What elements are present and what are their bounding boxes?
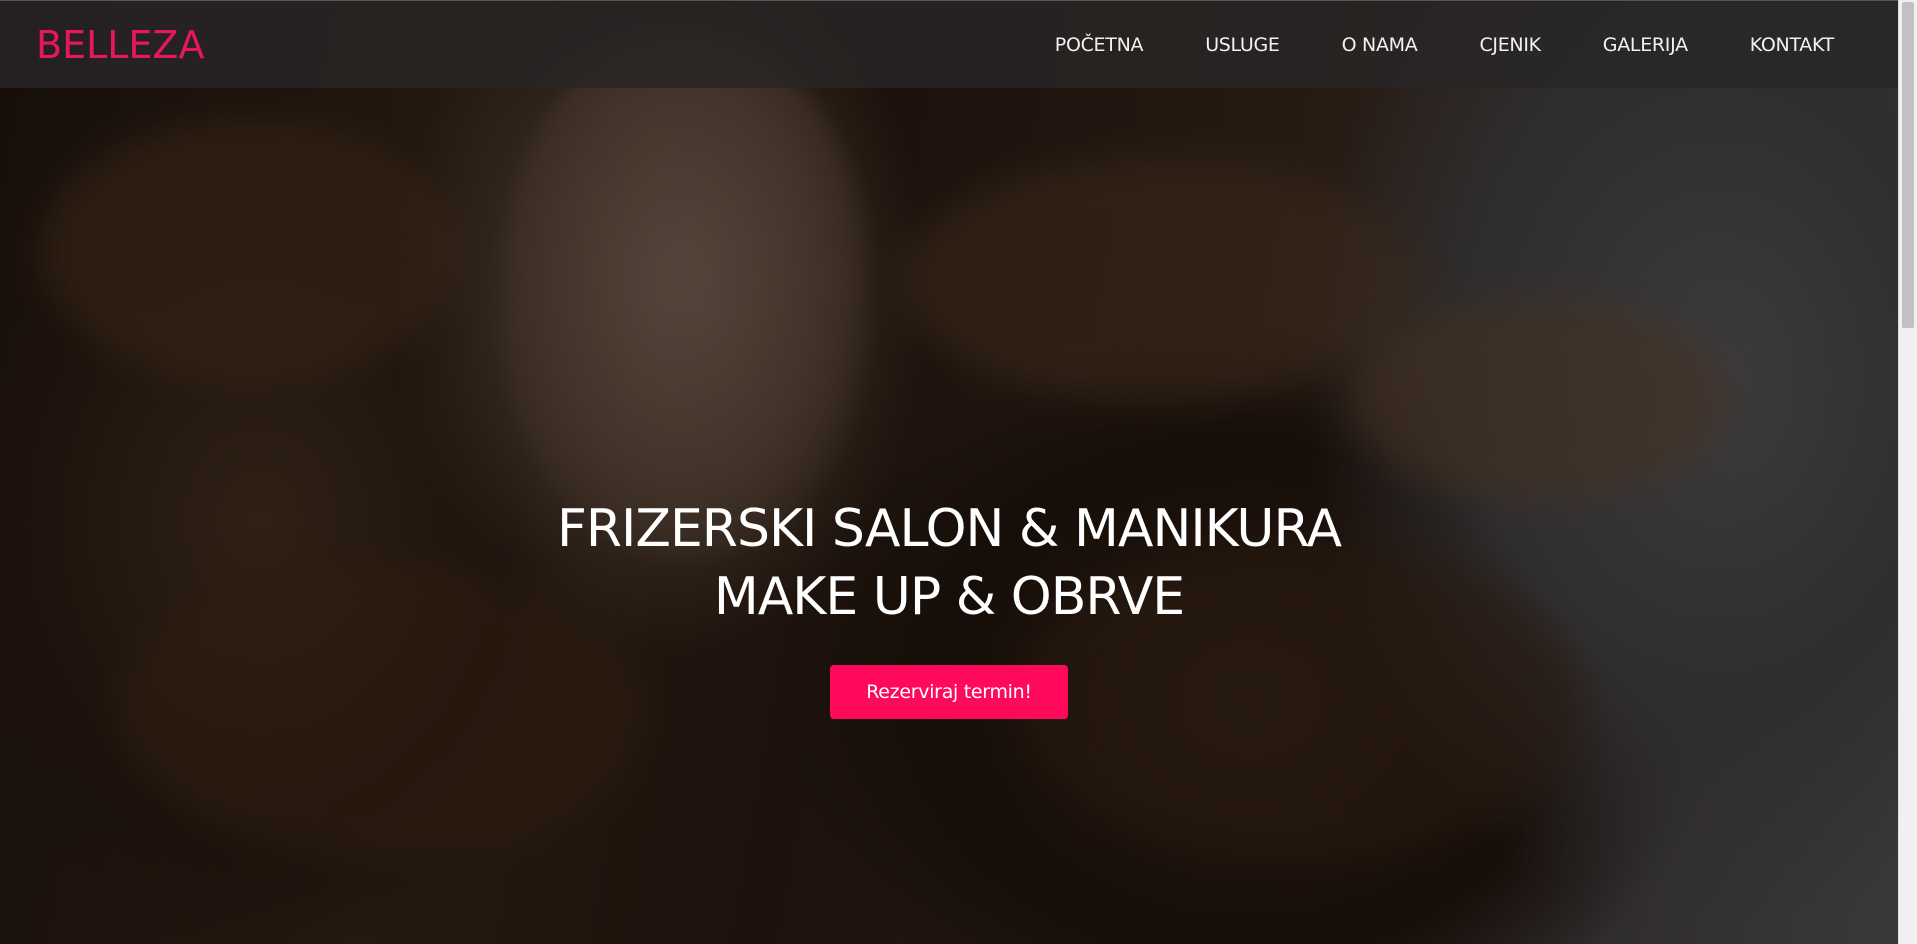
page-scrollbar[interactable] xyxy=(1898,0,1917,944)
book-appointment-button[interactable]: Rezerviraj termin! xyxy=(830,665,1068,719)
hero-title-line-2: MAKE UP & OBRVE xyxy=(713,567,1185,627)
top-navbar: BELLEZA POČETNA USLUGE O NAMA CJENIK GAL… xyxy=(0,0,1898,88)
hero-background-image xyxy=(0,0,1898,944)
page: BELLEZA POČETNA USLUGE O NAMA CJENIK GAL… xyxy=(0,0,1917,944)
hero-overlay xyxy=(0,0,1898,944)
nav-link-pocetna[interactable]: POČETNA xyxy=(1055,34,1144,56)
main-nav: POČETNA USLUGE O NAMA CJENIK GALERIJA KO… xyxy=(993,1,1835,88)
brand-logo[interactable]: BELLEZA xyxy=(36,26,204,64)
hero-title-line-1: FRIZERSKI SALON & MANIKURA xyxy=(556,499,1342,559)
hero-content: FRIZERSKI SALON & MANIKURA MAKE UP & OBR… xyxy=(0,495,1898,719)
nav-link-kontakt[interactable]: KONTAKT xyxy=(1750,34,1835,56)
hero-title: FRIZERSKI SALON & MANIKURA MAKE UP & OBR… xyxy=(0,495,1898,631)
scrollbar-thumb[interactable] xyxy=(1902,2,1914,328)
nav-link-galerija[interactable]: GALERIJA xyxy=(1603,34,1688,56)
nav-link-usluge[interactable]: USLUGE xyxy=(1205,34,1280,56)
nav-link-cjenik[interactable]: CJENIK xyxy=(1479,34,1541,56)
nav-link-o-nama[interactable]: O NAMA xyxy=(1342,34,1418,56)
